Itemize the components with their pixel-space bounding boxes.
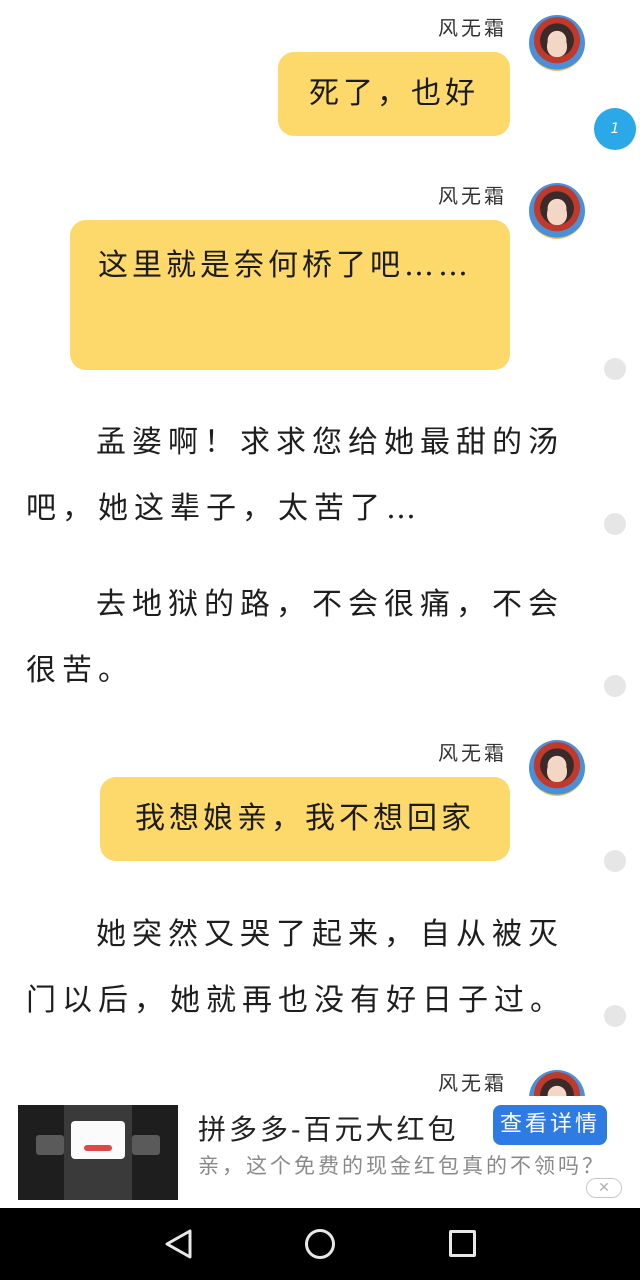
message-bubble[interactable]: 死了，也好 <box>278 52 510 136</box>
recent-apps-icon[interactable] <box>449 1230 476 1257</box>
sender-name: 风无霜 <box>438 1071 507 1095</box>
narration-paragraph: 孟婆啊！求求您给她最甜的汤吧，她这辈子，太苦了… <box>26 425 564 526</box>
comment-dot[interactable] <box>604 1005 626 1027</box>
ad-close-icon[interactable]: ✕ <box>586 1178 622 1198</box>
sender-name: 风无霜 <box>438 184 507 208</box>
sender-avatar[interactable] <box>529 183 585 239</box>
ad-details-button[interactable]: 查看详情 <box>493 1105 607 1145</box>
home-icon[interactable] <box>305 1229 335 1259</box>
unread-badge[interactable]: 1 <box>594 108 636 150</box>
comment-dot[interactable] <box>604 675 626 697</box>
sender-name: 风无霜 <box>438 741 507 765</box>
comment-dot[interactable] <box>604 850 626 872</box>
system-navigation-bar <box>0 1208 640 1280</box>
message-bubble[interactable]: 这里就是奈何桥了吧…… <box>70 220 510 370</box>
comment-dot[interactable] <box>604 358 626 380</box>
back-icon[interactable] <box>163 1228 193 1260</box>
narration-paragraph: 她突然又哭了起来，自从被灭门以后，她就再也没有好日子过。 <box>26 917 566 1018</box>
sender-avatar[interactable] <box>529 740 585 796</box>
message-bubble[interactable]: 我想娘亲，我不想回家 <box>100 777 510 861</box>
comment-dot[interactable] <box>604 513 626 535</box>
ad-thumbnail[interactable] <box>18 1105 178 1200</box>
ad-title[interactable]: 拼多多-百元大红包 <box>198 1108 458 1148</box>
sender-name: 风无霜 <box>438 16 507 40</box>
sender-avatar[interactable] <box>529 15 585 71</box>
ad-banner[interactable]: 拼多多-百元大红包 亲，这个免费的现金红包真的不领吗？ 查看详情 ✕ <box>0 1096 640 1208</box>
narration-paragraph: 去地狱的路，不会很痛，不会很苦。 <box>26 587 564 688</box>
ad-description[interactable]: 亲，这个免费的现金红包真的不领吗？ <box>198 1152 608 1202</box>
